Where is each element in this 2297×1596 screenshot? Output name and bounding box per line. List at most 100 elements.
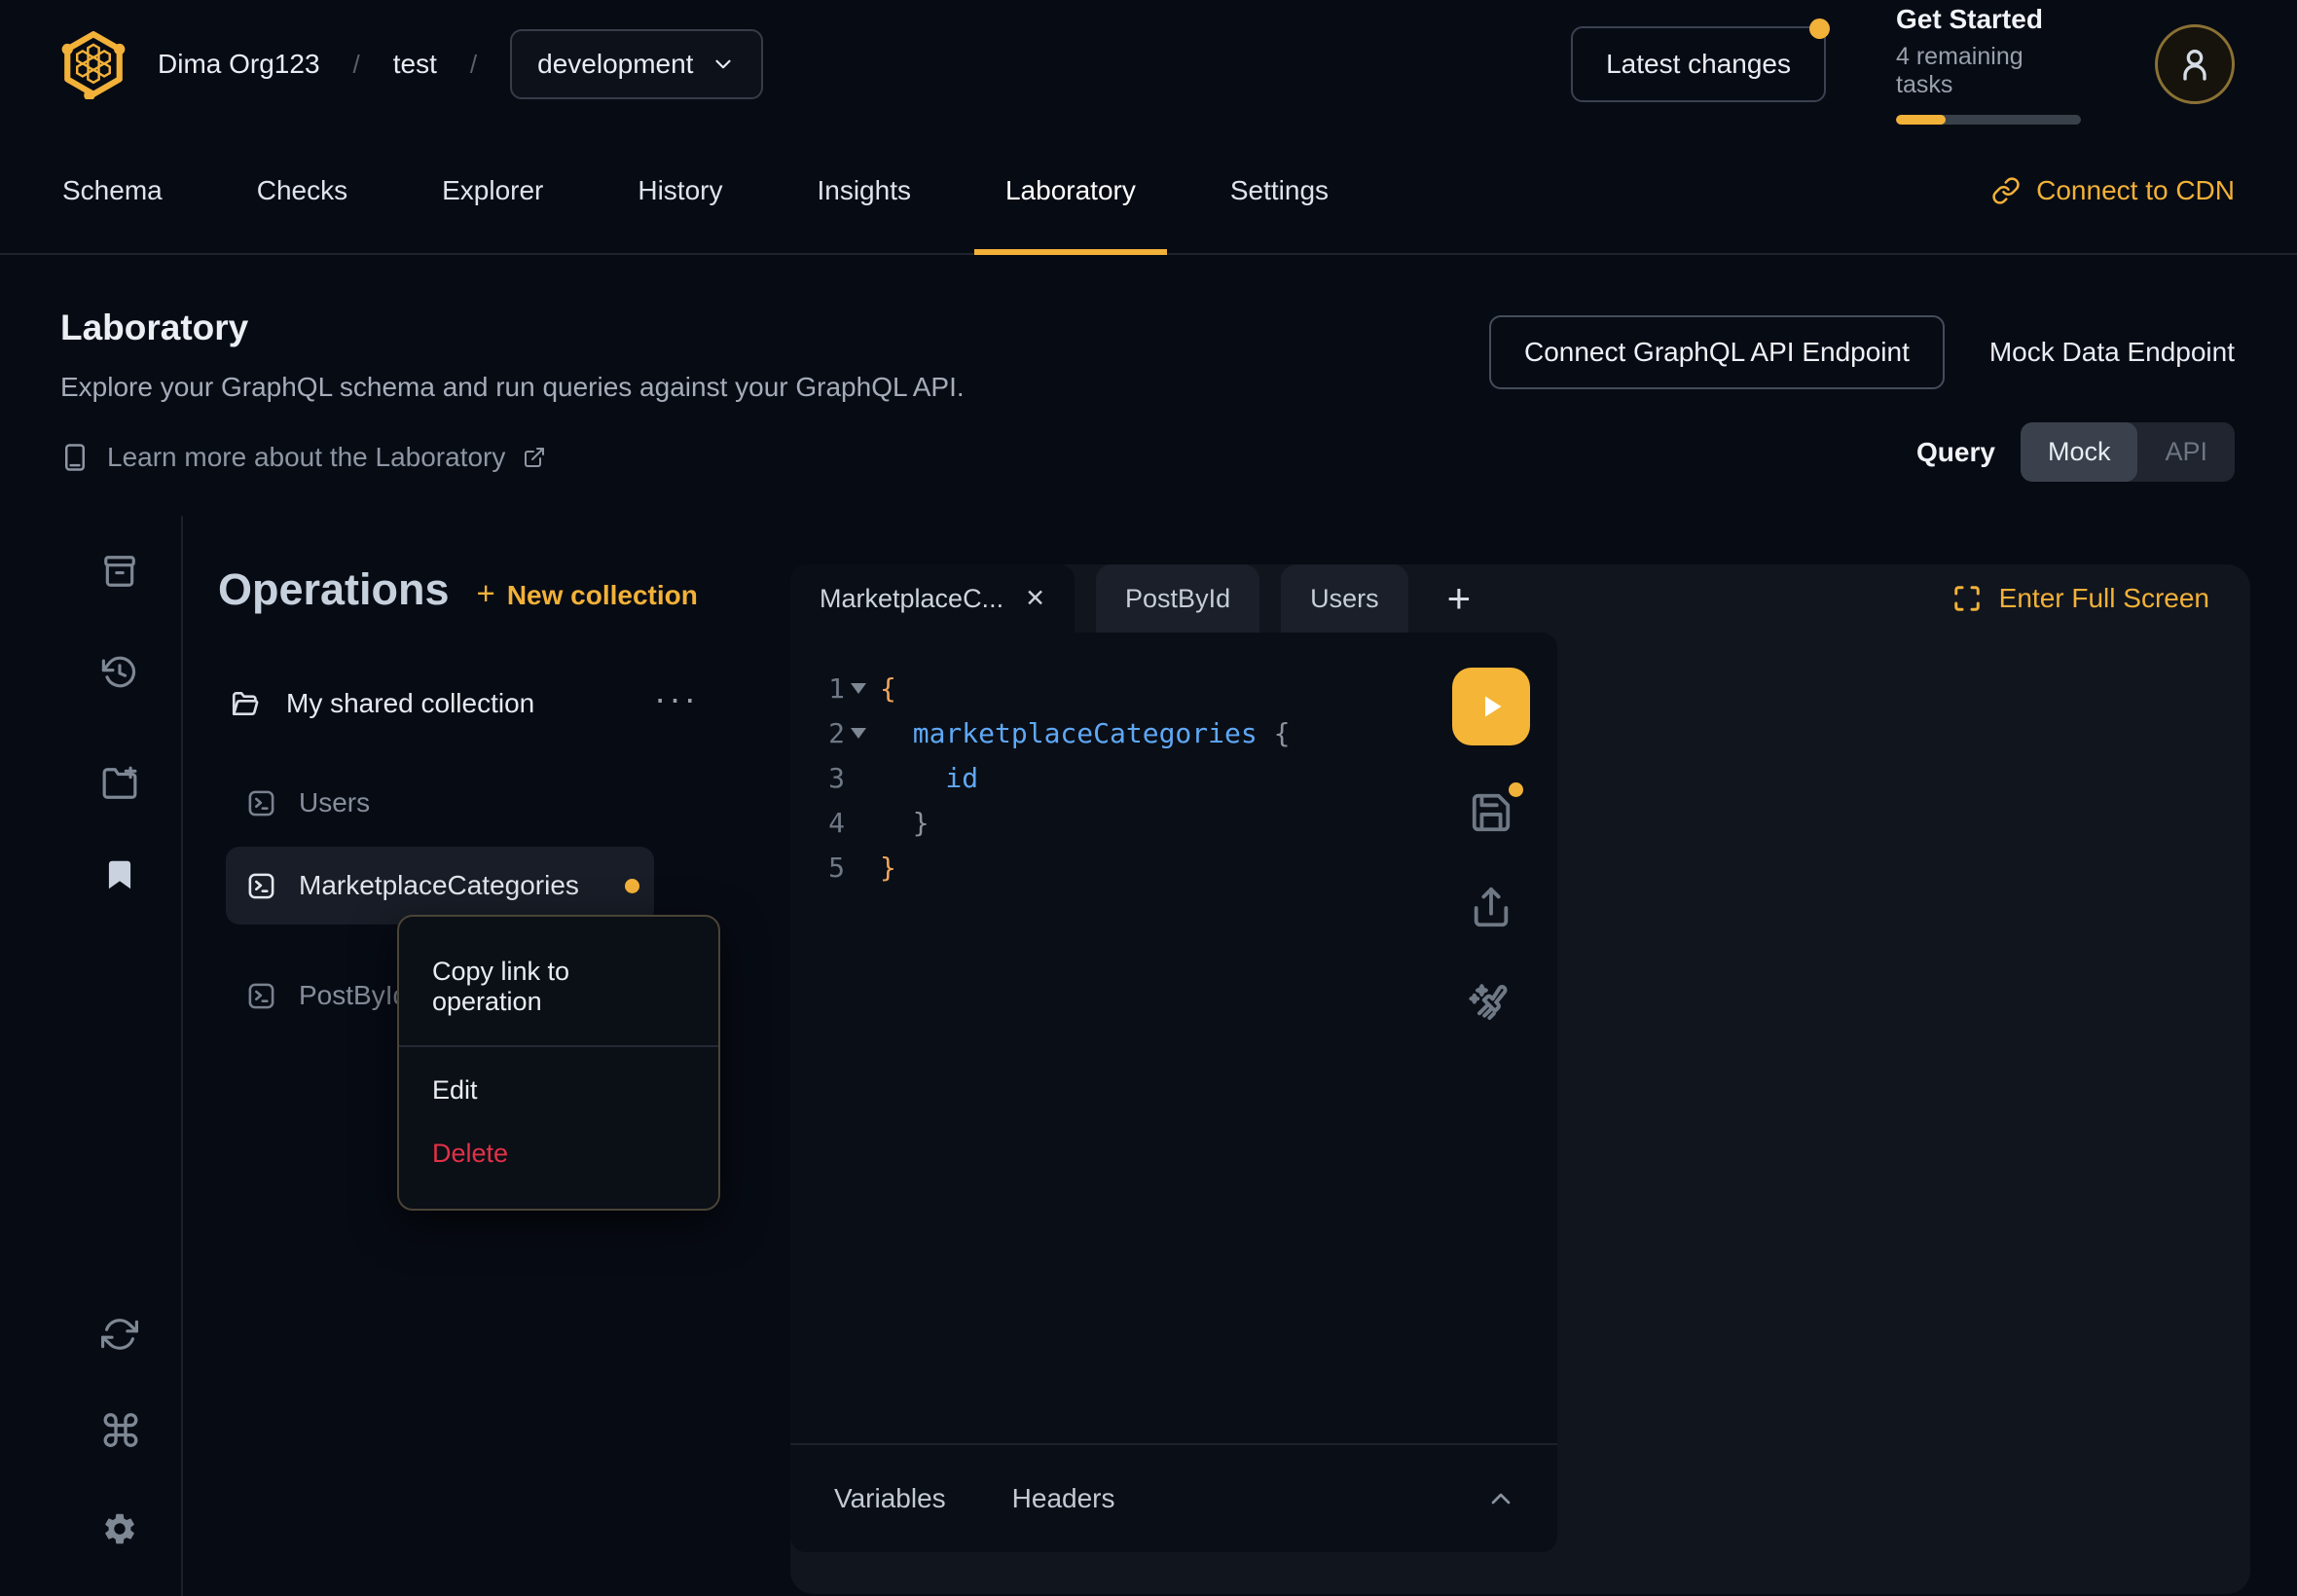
bookmark-icon[interactable]: [101, 856, 138, 893]
operations-title: Operations: [218, 564, 450, 615]
connect-endpoint-button[interactable]: Connect GraphQL API Endpoint: [1489, 315, 1945, 389]
mock-data-endpoint-button[interactable]: Mock Data Endpoint: [1989, 337, 2235, 368]
latest-changes-label: Latest changes: [1606, 49, 1791, 79]
editor-actions: [1450, 668, 1532, 1028]
new-tab-button[interactable]: +: [1430, 564, 1489, 633]
query-label: Query: [1916, 437, 1995, 468]
save-icon: [1469, 790, 1513, 835]
history-icon[interactable]: [101, 654, 138, 691]
breadcrumb: Dima Org123 / test / development: [158, 29, 763, 99]
prettify-query-button[interactable]: [1468, 981, 1514, 1028]
page-description: Explore your GraphQL schema and run quer…: [60, 372, 965, 403]
query-mode-toggle: Mock API: [2021, 422, 2235, 482]
user-icon: [2175, 45, 2214, 84]
primary-nav: Schema Checks Explorer History Insights …: [0, 128, 2297, 255]
get-started-subtitle: 4 remaining tasks: [1896, 43, 2081, 99]
documentation-archive-icon[interactable]: [101, 553, 138, 590]
user-avatar[interactable]: [2155, 24, 2235, 104]
code-line: 5 }: [790, 845, 1557, 889]
mode-api[interactable]: API: [2137, 422, 2235, 482]
top-header: Dima Org123 / test / development Latest …: [0, 0, 2297, 128]
tab-explorer[interactable]: Explorer: [442, 128, 543, 253]
get-started-title: Get Started: [1896, 4, 2081, 35]
fold-arrow-icon[interactable]: [845, 683, 872, 694]
variant-select[interactable]: development: [510, 29, 763, 99]
fullscreen-icon: [1952, 584, 1982, 613]
learn-more-label: Learn more about the Laboratory: [107, 442, 505, 473]
menu-item-copy-link[interactable]: Copy link to operation: [399, 942, 718, 1032]
external-link-icon: [523, 446, 546, 469]
get-started-progressbar: [1896, 115, 2081, 125]
editor-bottom-bar: Variables Headers: [790, 1443, 1557, 1552]
gear-icon[interactable]: [101, 1510, 138, 1547]
breadcrumb-separator: /: [353, 50, 360, 80]
code-line: 1 {: [790, 666, 1557, 710]
chevron-down-icon: [711, 52, 736, 77]
headers-tab[interactable]: Headers: [1012, 1483, 1115, 1514]
code-area[interactable]: 1 { 2 marketplaceCategories { 3 id 4 }: [790, 633, 1557, 889]
command-shortcuts-icon[interactable]: ⌘: [98, 1413, 139, 1450]
share-icon: [1469, 886, 1513, 930]
plus-icon: +: [477, 575, 495, 612]
folder-plus-icon[interactable]: [101, 765, 138, 802]
folder-open-icon: [230, 688, 261, 719]
enter-fullscreen-label: Enter Full Screen: [1999, 583, 2209, 614]
tab-settings[interactable]: Settings: [1230, 128, 1329, 253]
editor-tab-users[interactable]: Users: [1281, 564, 1408, 633]
tab-laboratory[interactable]: Laboratory: [1005, 128, 1136, 253]
editor-tab-marketplacecategories[interactable]: MarketplaceC... ✕: [790, 564, 1075, 633]
sync-icon[interactable]: [101, 1316, 138, 1353]
editor-tab-postbyid[interactable]: PostById: [1096, 564, 1259, 633]
menu-divider: [399, 1045, 718, 1047]
variant-select-value: development: [537, 49, 693, 80]
unsaved-changes-dot: [1509, 782, 1523, 797]
breadcrumb-separator: /: [470, 50, 477, 80]
new-collection-button[interactable]: + New collection: [477, 575, 698, 612]
menu-item-edit[interactable]: Edit: [399, 1061, 718, 1120]
book-icon: [60, 443, 90, 472]
operation-name: PostById: [299, 980, 408, 1011]
tab-schema[interactable]: Schema: [62, 128, 163, 253]
connect-to-cdn-link[interactable]: Connect to CDN: [1991, 128, 2235, 253]
fold-arrow-icon[interactable]: [845, 728, 872, 739]
clean-broom-icon: [1468, 981, 1514, 1028]
collapse-panel-button[interactable]: [1485, 1483, 1516, 1514]
page-title: Laboratory: [60, 308, 965, 348]
play-icon: [1474, 689, 1509, 724]
collection-menu-button[interactable]: ···: [654, 689, 699, 708]
editor-tabbar: MarketplaceC... ✕ PostById Users + Enter…: [790, 564, 2250, 633]
get-started-widget[interactable]: Get Started 4 remaining tasks: [1896, 4, 2081, 125]
operation-icon: [246, 871, 276, 901]
query-editor[interactable]: 1 { 2 marketplaceCategories { 3 id 4 }: [790, 633, 1557, 1552]
operation-icon: [246, 788, 276, 818]
code-line: 4 }: [790, 800, 1557, 845]
unsaved-changes-dot: [625, 879, 639, 893]
operation-item-marketplacecategories[interactable]: MarketplaceCategories: [226, 847, 654, 925]
tab-insights[interactable]: Insights: [817, 128, 911, 253]
latest-changes-button[interactable]: Latest changes: [1571, 26, 1826, 102]
connect-to-cdn-label: Connect to CDN: [2036, 175, 2235, 206]
variables-tab[interactable]: Variables: [834, 1483, 946, 1514]
run-query-button[interactable]: [1452, 668, 1530, 745]
operation-item-users[interactable]: Users: [226, 775, 699, 831]
tab-history[interactable]: History: [638, 128, 722, 253]
progress-fill: [1896, 115, 1946, 125]
save-operation-button[interactable]: [1469, 790, 1513, 835]
tab-checks[interactable]: Checks: [257, 128, 347, 253]
menu-item-delete[interactable]: Delete: [399, 1124, 718, 1183]
operation-icon: [246, 981, 276, 1011]
operation-name: Users: [299, 787, 370, 818]
breadcrumb-org[interactable]: Dima Org123: [158, 49, 320, 80]
breadcrumb-graph[interactable]: test: [393, 49, 437, 80]
notification-dot: [1809, 18, 1830, 39]
laboratory-intro: Laboratory Explore your GraphQL schema a…: [0, 255, 2297, 482]
link-icon: [1991, 176, 2021, 205]
share-operation-button[interactable]: [1469, 886, 1513, 930]
enter-fullscreen-button[interactable]: Enter Full Screen: [1952, 564, 2209, 633]
collection-name: My shared collection: [286, 688, 534, 719]
mode-mock[interactable]: Mock: [2021, 422, 2138, 482]
close-icon[interactable]: ✕: [1025, 584, 1045, 613]
apollo-graphos-logo-icon[interactable]: [60, 29, 127, 99]
learn-more-link[interactable]: Learn more about the Laboratory: [60, 442, 965, 473]
collection-row[interactable]: My shared collection: [226, 675, 699, 732]
